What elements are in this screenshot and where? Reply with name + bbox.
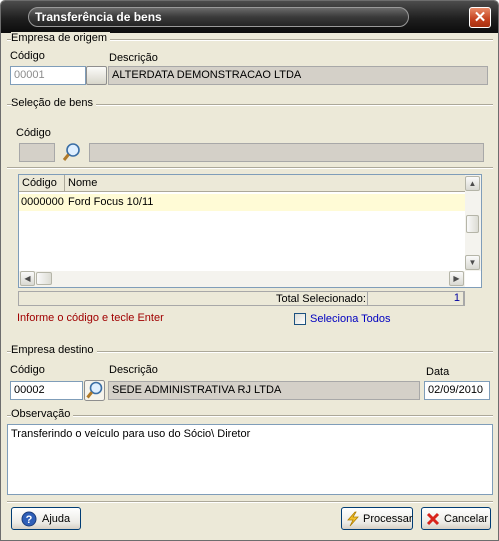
destino-codigo-label: Código: [10, 364, 45, 376]
scroll-right-icon[interactable]: ▶: [449, 271, 464, 286]
magnifier-icon: [62, 143, 80, 161]
group-label-destino: Empresa destino: [11, 344, 97, 356]
cell-codigo: 0000000: [21, 196, 64, 208]
cancel-x-icon: [426, 512, 440, 526]
search-button[interactable]: [84, 380, 105, 401]
title-bar[interactable]: Transferência de bens ✕: [1, 1, 498, 33]
cancelar-button[interactable]: Cancelar: [421, 507, 491, 530]
cancelar-label: Cancelar: [444, 513, 489, 525]
scroll-down-icon[interactable]: ▼: [465, 255, 480, 270]
grid-header: Código Nome: [19, 175, 465, 192]
svg-text:?: ?: [26, 514, 33, 526]
processar-button[interactable]: Processar: [341, 507, 413, 530]
group-divider: [7, 415, 493, 417]
lightning-icon: [347, 511, 359, 527]
destino-codigo-input[interactable]: 00002: [10, 381, 83, 400]
observacao-textarea[interactable]: Transferindo o veículo para uso do Sócio…: [7, 424, 493, 495]
scroll-up-icon[interactable]: ▲: [465, 176, 480, 191]
seleciona-todos-checkbox[interactable]: [294, 313, 306, 325]
table-row[interactable]: 0000000 Ford Focus 10/11: [19, 194, 465, 211]
cell-nome: Ford Focus 10/11: [68, 196, 154, 208]
hint-text: Informe o código e tecle Enter: [17, 312, 164, 324]
destino-descricao-field: SEDE ADMINISTRATIVA RJ LTDA: [108, 381, 420, 400]
vertical-scrollbar[interactable]: ▲ ▼: [465, 175, 481, 271]
origem-descricao-label: Descrição: [109, 52, 158, 64]
group-divider: [7, 167, 493, 169]
destino-descricao-label: Descrição: [109, 364, 158, 376]
window-title: Transferência de bens: [35, 10, 162, 24]
scroll-thumb[interactable]: [36, 272, 52, 285]
column-header-nome[interactable]: Nome: [65, 175, 465, 192]
transfer-dialog: Transferência de bens ✕ Empresa de orige…: [0, 0, 499, 541]
ajuda-label: Ajuda: [42, 513, 71, 525]
column-header-codigo[interactable]: Código: [19, 175, 65, 192]
destino-data-label: Data: [426, 366, 450, 378]
seleciona-todos-label[interactable]: Seleciona Todos: [310, 313, 391, 325]
selecao-codigo-label: Código: [16, 127, 51, 139]
group-divider: [7, 501, 493, 503]
bens-grid[interactable]: Código Nome 0000000 Ford Focus 10/11 ▲ ▼…: [18, 174, 482, 288]
origem-lookup-button[interactable]: [86, 66, 107, 85]
magnifier-icon: [84, 380, 105, 401]
origem-descricao-field: ALTERDATA DEMONSTRACAO LTDA: [108, 66, 488, 85]
origem-codigo-input[interactable]: 00001: [10, 66, 86, 85]
origem-codigo-label: Código: [10, 50, 45, 62]
horizontal-scrollbar[interactable]: ◀ ▶: [19, 271, 465, 287]
total-value: 1: [367, 291, 464, 306]
selecao-codigo-input[interactable]: [19, 143, 55, 162]
scroll-left-icon[interactable]: ◀: [20, 271, 35, 286]
search-button[interactable]: [61, 142, 82, 163]
total-label: Total Selecionado:: [276, 293, 366, 305]
scroll-thumb[interactable]: [466, 215, 479, 233]
processar-label: Processar: [363, 513, 413, 525]
help-icon: ?: [21, 511, 37, 527]
group-label-observacao: Observação: [11, 408, 74, 420]
close-button[interactable]: ✕: [469, 7, 491, 28]
destino-data-input[interactable]: 02/09/2010: [424, 381, 490, 400]
group-label-selecao: Seleção de bens: [11, 97, 96, 109]
group-label-origem: Empresa de origem: [11, 32, 110, 44]
ajuda-button[interactable]: ? Ajuda: [11, 507, 81, 530]
selecao-descricao-field: [89, 143, 484, 162]
